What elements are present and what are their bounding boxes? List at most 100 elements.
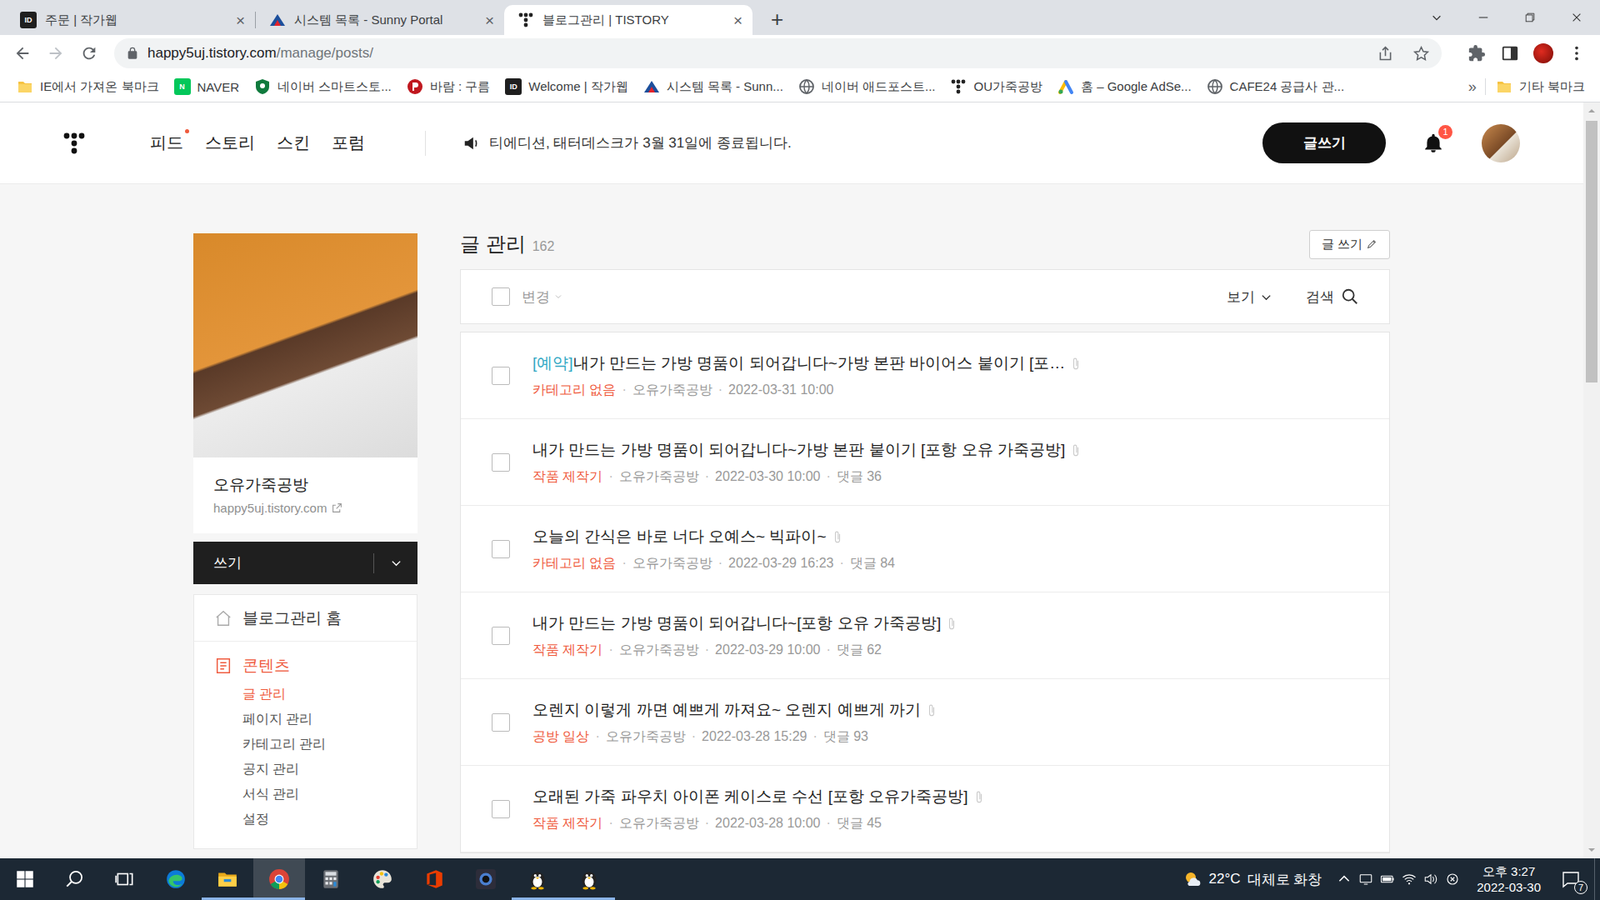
- post-title[interactable]: 내가 만드는 가방 명품이 되어갑니다~[포항 오유 가죽공방]: [532, 612, 956, 635]
- post-title[interactable]: 오렌지 이렇게 까면 예쁘게 까져요~ 오렌지 예쁘게 까기: [532, 699, 936, 721]
- taskbar-app[interactable]: [563, 858, 615, 900]
- taskbar-app[interactable]: [150, 858, 202, 900]
- tistory-logo-icon[interactable]: [63, 132, 85, 155]
- bookmark[interactable]: NNAVER: [167, 75, 247, 99]
- post-checkbox[interactable]: [491, 540, 510, 559]
- write-menu[interactable]: 쓰기: [193, 541, 418, 585]
- side-panel-button[interactable]: [1493, 38, 1527, 69]
- more-bookmarks-button[interactable]: »: [1460, 78, 1485, 96]
- bookmark[interactable]: OU가죽공방: [943, 75, 1050, 99]
- extensions-button[interactable]: [1460, 38, 1494, 69]
- meet-now-icon[interactable]: [1358, 871, 1374, 887]
- blog-name[interactable]: 오유가죽공방: [213, 474, 398, 496]
- taskbar-app[interactable]: [511, 858, 564, 900]
- post-category[interactable]: 작품 제작기: [532, 641, 603, 660]
- taskbar-app[interactable]: [408, 858, 460, 900]
- bookmark[interactable]: IDWelcome | 작가웹: [498, 75, 635, 99]
- post-title[interactable]: 오늘의 간식은 바로 너다 오예스~ 빅파이~: [532, 525, 895, 548]
- forward-button[interactable]: [39, 38, 73, 69]
- nav-item[interactable]: 스킨: [276, 131, 310, 155]
- menu-item[interactable]: 글 관리: [242, 681, 397, 707]
- taskbar-app[interactable]: [201, 858, 254, 900]
- nav-item[interactable]: 스토리: [205, 131, 255, 155]
- blog-url[interactable]: happy5uj.tistory.com: [213, 500, 398, 515]
- post-row[interactable]: 오늘의 간식은 바로 너다 오예스~ 빅파이~ 카테고리 없음 · 오유가죽공방…: [460, 505, 1390, 593]
- post-title[interactable]: 오래된 가죽 파우치 아이폰 케이스로 수선 [포항 오유가죽공방]: [532, 785, 984, 808]
- bookmark-star-icon[interactable]: [1412, 45, 1430, 63]
- post-title[interactable]: 내가 만드는 가방 명품이 되어갑니다~가방 본판 붙이기 [포항 오유 가죽공…: [532, 439, 1080, 461]
- browser-tab[interactable]: ID 주문 | 작가웹 ×: [6, 5, 255, 35]
- menu-item[interactable]: 공지 관리: [242, 756, 397, 782]
- clock[interactable]: 오후 3:272022-03-30: [1476, 863, 1541, 895]
- nav-item[interactable]: 피드: [150, 131, 184, 155]
- bookmark[interactable]: 시스템 목록 - Sunn...: [636, 75, 790, 99]
- reload-button[interactable]: [72, 38, 106, 69]
- back-button[interactable]: [5, 38, 40, 69]
- wifi-icon[interactable]: [1401, 871, 1417, 887]
- bookmark[interactable]: 홈 – Google AdSe...: [1050, 75, 1199, 99]
- post-category[interactable]: 공방 일상: [532, 728, 590, 746]
- notification-center-button[interactable]: 7: [1554, 869, 1588, 890]
- profile-button[interactable]: [1526, 38, 1560, 69]
- user-avatar[interactable]: [1481, 124, 1520, 163]
- start-button[interactable]: [0, 858, 50, 900]
- share-icon[interactable]: [1376, 45, 1395, 63]
- post-category[interactable]: 작품 제작기: [532, 468, 603, 486]
- app-status-icon[interactable]: [1445, 871, 1460, 887]
- taskbar-app[interactable]: [253, 858, 305, 900]
- post-comments[interactable]: 댓글 62: [836, 641, 882, 660]
- scroll-down-icon[interactable]: [1585, 843, 1599, 857]
- post-checkbox[interactable]: [491, 366, 510, 385]
- post-checkbox[interactable]: [491, 800, 510, 819]
- bookmark[interactable]: CAFE24 공급사 관...: [1200, 75, 1352, 99]
- restore-button[interactable]: [1506, 0, 1554, 35]
- write-button[interactable]: 글쓰기: [1262, 122, 1386, 164]
- taskbar-app[interactable]: [460, 858, 512, 900]
- post-row[interactable]: 내가 만드는 가방 명품이 되어갑니다~[포항 오유 가죽공방] 작품 제작기 …: [460, 592, 1390, 680]
- post-checkbox[interactable]: [491, 626, 510, 645]
- taskbar-app[interactable]: [356, 858, 409, 900]
- menu-item[interactable]: 서식 관리: [242, 781, 397, 807]
- bookmark[interactable]: 바람 : 구름: [400, 75, 498, 99]
- post-checkbox[interactable]: [491, 713, 510, 732]
- tab-close-button[interactable]: ×: [235, 12, 245, 29]
- write-dropdown-toggle[interactable]: [373, 553, 418, 574]
- weather-widget[interactable]: 22°C대체로 화창: [1182, 869, 1323, 890]
- post-comments[interactable]: 댓글 36: [836, 468, 882, 486]
- menu-button[interactable]: [1560, 38, 1594, 69]
- scrollbar-thumb[interactable]: [1585, 120, 1598, 383]
- bookmark[interactable]: IE에서 가져온 북마크: [10, 75, 166, 99]
- post-category[interactable]: 작품 제작기: [532, 815, 603, 833]
- menu-item[interactable]: 설정: [242, 806, 397, 832]
- menu-item[interactable]: 카테고리 관리: [242, 731, 397, 757]
- section-title[interactable]: 콘텐츠: [214, 655, 397, 677]
- nav-item[interactable]: 포럼: [331, 131, 365, 155]
- address-bar[interactable]: happy5uj.tistory.com/manage/posts/: [114, 38, 1442, 69]
- page-scrollbar[interactable]: [1583, 102, 1600, 859]
- scroll-up-icon[interactable]: [1585, 104, 1599, 118]
- search-button[interactable]: [50, 858, 100, 900]
- post-comments[interactable]: 댓글 84: [850, 555, 895, 573]
- notice-text[interactable]: 티에디션, 태터데스크가 3월 31일에 종료됩니다.: [489, 133, 792, 153]
- search-button[interactable]: 검색: [1305, 287, 1360, 307]
- bookmark[interactable]: 네이버 애드포스트...: [791, 75, 943, 99]
- post-row[interactable]: 오렌지 이렇게 까면 예쁘게 까져요~ 오렌지 예쁘게 까기 공방 일상 · 오…: [460, 679, 1390, 766]
- menu-home[interactable]: 블로그관리 홈: [194, 595, 417, 642]
- post-comments[interactable]: 댓글 45: [836, 815, 882, 833]
- view-dropdown[interactable]: 보기: [1226, 287, 1273, 307]
- task-view-button[interactable]: [100, 858, 150, 900]
- post-category[interactable]: 카테고리 없음: [532, 381, 616, 400]
- battery-icon[interactable]: [1380, 871, 1395, 887]
- other-bookmarks-folder[interactable]: 기타 북마크: [1489, 75, 1592, 99]
- browser-tab[interactable]: 시스템 목록 - Sunny Portal ×: [255, 5, 505, 35]
- post-row[interactable]: 오래된 가죽 파우치 아이폰 케이스로 수선 [포항 오유가죽공방] 작품 제작…: [460, 765, 1390, 853]
- tab-search-button[interactable]: [1413, 0, 1460, 35]
- post-checkbox[interactable]: [491, 453, 510, 472]
- post-row[interactable]: 내가 만드는 가방 명품이 되어갑니다~가방 본판 붙이기 [포항 오유 가죽공…: [460, 419, 1390, 506]
- new-tab-button[interactable]: +: [765, 6, 789, 32]
- tab-close-button[interactable]: ×: [733, 12, 743, 29]
- show-desktop-button[interactable]: [1594, 858, 1600, 900]
- volume-icon[interactable]: [1423, 871, 1439, 887]
- post-row[interactable]: [예약]내가 만드는 가방 명품이 되어갑니다~가방 본판 바이어스 붙이기 […: [460, 332, 1390, 420]
- taskbar-app[interactable]: [305, 858, 357, 900]
